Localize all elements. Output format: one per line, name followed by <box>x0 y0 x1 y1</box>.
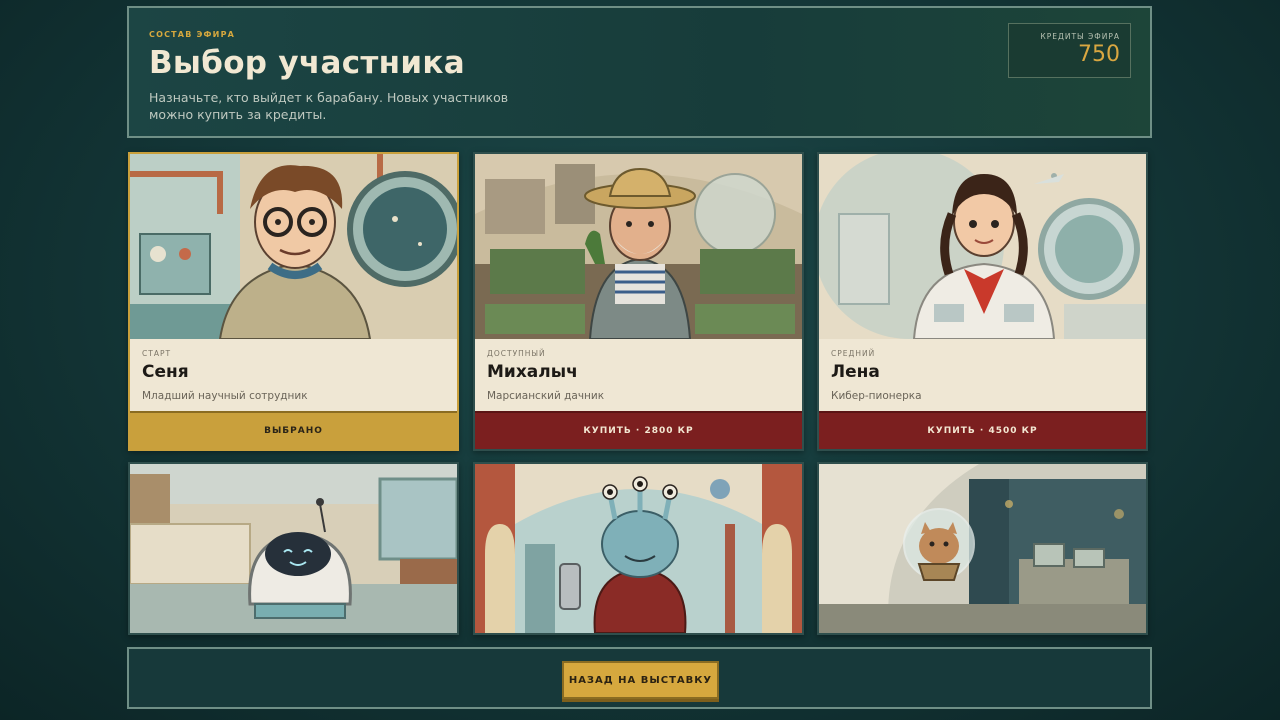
contestant-card-senya[interactable]: СТАРТ Сеня Младший научный сотрудник ВЫБ… <box>128 152 459 451</box>
card-name: Лена <box>831 362 880 382</box>
contestant-card-alien[interactable] <box>473 462 804 635</box>
card-tier: ДОСТУПНЫЙ <box>487 349 546 358</box>
page-subtitle: Назначьте, кто выйдет к барабану. Новых … <box>149 90 509 122</box>
credits-label: КРЕДИТЫ ЭФИРА <box>1040 32 1120 41</box>
scientist-portrait <box>130 154 457 339</box>
eyebrow-label: СОСТАВ ЭФИРА <box>149 30 236 39</box>
contestant-card-mikhalych[interactable]: ДОСТУПНЫЙ Михалыч Марсианский дачник КУП… <box>473 152 804 451</box>
pioneer-girl-portrait <box>819 154 1146 339</box>
card-role: Кибер-пионерка <box>831 390 922 402</box>
header-panel: СОСТАВ ЭФИРА Выбор участника Назначьте, … <box>127 6 1152 138</box>
footer-panel: НАЗАД НА ВЫСТАВКУ <box>127 647 1152 709</box>
cat-in-bubble-portrait <box>819 464 1146 633</box>
credits-value: 750 <box>1078 42 1120 67</box>
credits-panel: КРЕДИТЫ ЭФИРА 750 <box>1008 23 1131 78</box>
card-tier: СРЕДНИЙ <box>831 349 876 358</box>
card-role: Марсианский дачник <box>487 390 605 402</box>
card-name: Сеня <box>142 362 189 382</box>
alien-portrait <box>475 464 802 633</box>
buy-button[interactable]: КУПИТЬ · 4500 КР <box>819 411 1146 449</box>
back-to-exhibition-button[interactable]: НАЗАД НА ВЫСТАВКУ <box>562 661 719 699</box>
buy-button[interactable]: КУПИТЬ · 2800 КР <box>475 411 802 449</box>
card-name: Михалыч <box>487 362 578 382</box>
card-role: Младший научный сотрудник <box>142 390 308 402</box>
card-tier: СТАРТ <box>142 349 172 358</box>
contestant-card-cat[interactable] <box>817 462 1148 635</box>
gardener-portrait <box>475 154 802 339</box>
contestant-card-robot[interactable] <box>128 462 459 635</box>
page-title: Выбор участника <box>149 45 465 81</box>
robot-portrait <box>130 464 457 633</box>
contestant-card-lena[interactable]: СРЕДНИЙ Лена Кибер-пионерка КУПИТЬ · 450… <box>817 152 1148 451</box>
selected-button[interactable]: ВЫБРАНО <box>130 411 457 449</box>
